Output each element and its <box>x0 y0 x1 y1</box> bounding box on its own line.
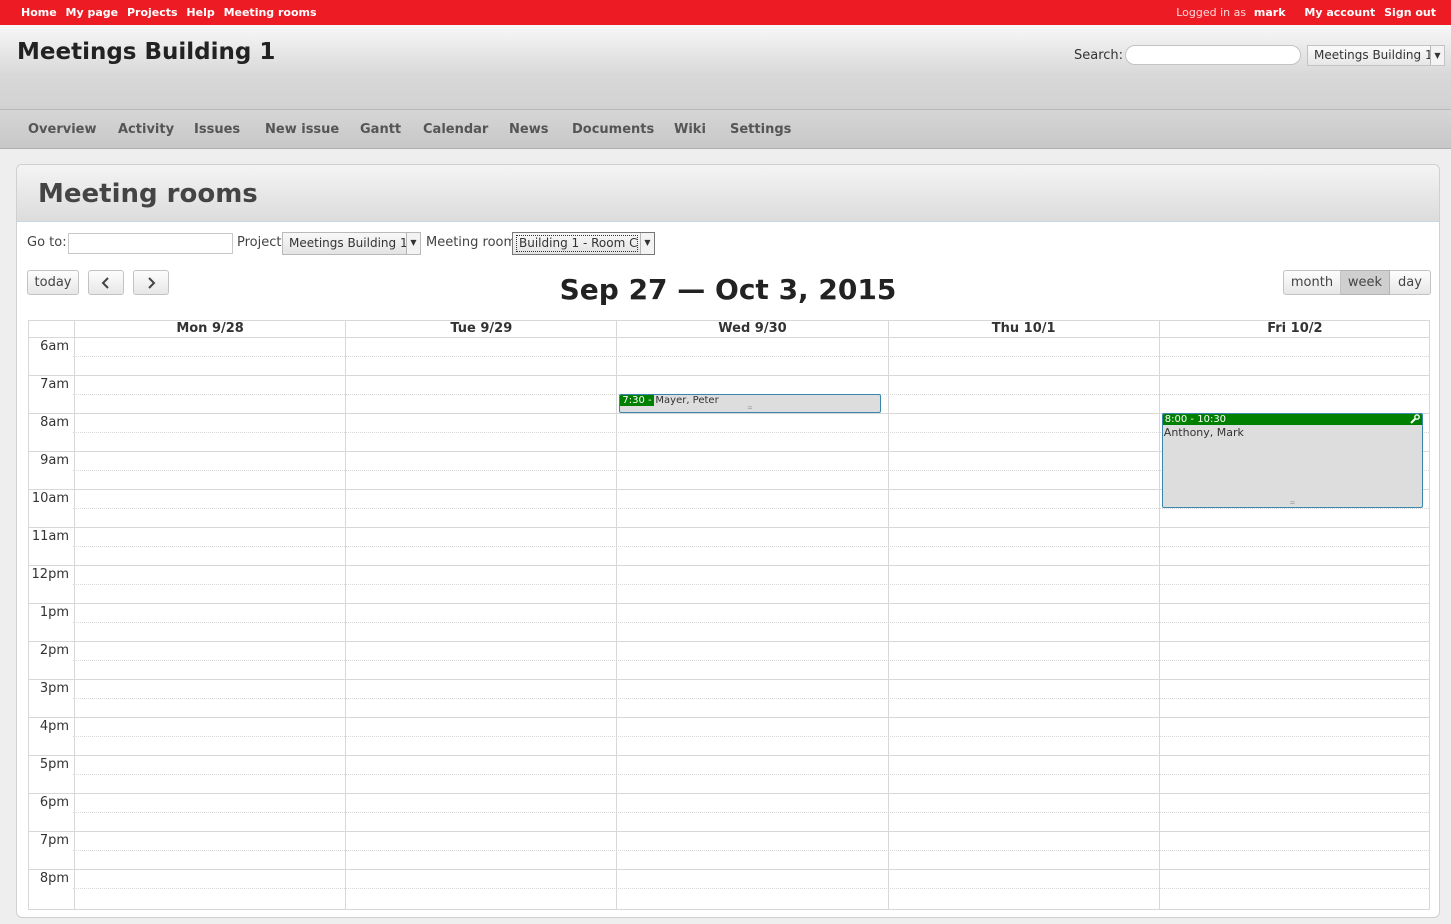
page-title: Meeting rooms <box>38 179 258 209</box>
hour-row[interactable]: 11am <box>29 527 1429 565</box>
project-select[interactable]: Meetings Building 1 ▼ <box>282 232 421 255</box>
tab-calendar[interactable]: Calendar <box>423 122 488 137</box>
project-title: Meetings Building 1 <box>17 39 276 65</box>
search-input[interactable] <box>1125 45 1301 65</box>
half-hour-line <box>73 736 1429 737</box>
week-view-button[interactable]: week <box>1341 270 1390 295</box>
day-header: Thu 10/1 <box>887 321 1159 337</box>
focus-ring <box>516 235 638 252</box>
resize-grip-icon[interactable]: = <box>1163 500 1422 507</box>
calendar-event[interactable]: 7:30 - Mayer, Peter = <box>619 394 881 413</box>
hour-label: 7am <box>40 377 69 392</box>
project-label: Project <box>237 235 282 250</box>
tab-wiki[interactable]: Wiki <box>674 122 706 137</box>
half-hour-line <box>73 508 1429 509</box>
hour-row[interactable]: 2pm <box>29 641 1429 679</box>
hour-label: 8pm <box>39 871 69 886</box>
hour-row[interactable]: 5pm <box>29 755 1429 793</box>
hour-row[interactable]: 12pm <box>29 565 1429 603</box>
week-calendar: Mon 9/28 Tue 9/29 Wed 9/30 Thu 10/1 Fri 10/2… <box>28 320 1430 910</box>
top-link-projects[interactable]: Projects <box>127 6 178 19</box>
goto-input[interactable] <box>68 233 233 254</box>
half-hour-line <box>73 356 1429 357</box>
header: Meetings Building 1 Search: Meetings Bui… <box>0 25 1451 110</box>
day-header: Wed 9/30 <box>616 321 887 337</box>
hour-label: 6am <box>40 339 69 354</box>
tab-overview[interactable]: Overview <box>28 122 97 137</box>
day-header: Tue 9/29 <box>345 321 616 337</box>
hour-label: 5pm <box>39 757 69 772</box>
wrench-icon[interactable] <box>1410 414 1420 427</box>
hour-label: 1pm <box>39 605 69 620</box>
day-view-button[interactable]: day <box>1390 270 1431 295</box>
project-jump-value: Meetings Building 1 <box>1314 48 1433 62</box>
hour-label: 7pm <box>39 833 69 848</box>
hour-row[interactable]: 6pm <box>29 793 1429 831</box>
half-hour-line <box>73 546 1429 547</box>
tab-news[interactable]: News <box>509 122 548 137</box>
top-link-my-page[interactable]: My page <box>66 6 119 19</box>
hour-row[interactable]: 7pm <box>29 831 1429 869</box>
month-view-button[interactable]: month <box>1283 270 1341 295</box>
meeting-room-label: Meeting room <box>426 235 517 250</box>
half-hour-line <box>73 774 1429 775</box>
hour-row[interactable]: 3pm <box>29 679 1429 717</box>
tab-settings[interactable]: Settings <box>730 122 791 137</box>
day-header: Fri 10/2 <box>1158 321 1429 337</box>
tab-issues[interactable]: Issues <box>194 122 240 137</box>
day-header: Mon 9/28 <box>74 321 345 337</box>
project-select-value: Meetings Building 1 <box>289 236 408 250</box>
hour-row[interactable]: 4pm <box>29 717 1429 755</box>
hour-label: 11am <box>31 529 69 544</box>
content-panel: Meeting rooms Go to: Project Meetings Bu… <box>16 164 1440 918</box>
hour-label: 12pm <box>31 567 69 582</box>
hour-label: 8am <box>40 415 69 430</box>
half-hour-line <box>73 812 1429 813</box>
tab-activity[interactable]: Activity <box>118 122 174 137</box>
hour-label: 10am <box>31 491 69 506</box>
top-link-home[interactable]: Home <box>21 6 57 19</box>
username-link[interactable]: mark <box>1254 6 1286 19</box>
tab-documents[interactable]: Documents <box>572 122 654 137</box>
top-link-meeting-rooms[interactable]: Meeting rooms <box>224 6 317 19</box>
half-hour-line <box>73 698 1429 699</box>
calendar-event[interactable]: 8:00 - 10:30 Anthony, Mark = <box>1161 413 1423 508</box>
hour-row[interactable]: 1pm <box>29 603 1429 641</box>
tab-new-issue[interactable]: New issue <box>265 122 339 137</box>
half-hour-line <box>73 660 1429 661</box>
hour-label: 4pm <box>39 719 69 734</box>
hour-label: 9am <box>40 453 69 468</box>
calendar-range-title: Sep 27 — Oct 3, 2015 <box>559 273 897 306</box>
hour-label: 6pm <box>39 795 69 810</box>
half-hour-line <box>73 584 1429 585</box>
top-menu: Home My page Projects Help Meeting rooms… <box>0 0 1451 25</box>
hour-row[interactable]: 6am <box>29 337 1429 375</box>
dropdown-arrow-icon: ▼ <box>640 233 654 254</box>
half-hour-line <box>73 888 1429 889</box>
dropdown-arrow-icon: ▼ <box>1430 46 1444 65</box>
half-hour-line <box>73 850 1429 851</box>
goto-label: Go to: <box>27 235 67 250</box>
my-account-link[interactable]: My account <box>1304 6 1375 19</box>
sign-out-link[interactable]: Sign out <box>1384 6 1436 19</box>
project-jump-select[interactable]: Meetings Building 1 ▼ <box>1307 45 1445 66</box>
resize-grip-icon[interactable]: = <box>620 405 879 412</box>
hour-label: 3pm <box>39 681 69 696</box>
tab-gantt[interactable]: Gantt <box>360 122 401 137</box>
dropdown-arrow-icon: ▼ <box>406 233 420 254</box>
top-link-help[interactable]: Help <box>186 6 214 19</box>
event-title: Anthony, Mark <box>1163 426 1244 439</box>
main-menu: Overview Activity Issues New issue Gantt… <box>0 110 1451 149</box>
event-time: 8:00 - 10:30 <box>1162 414 1422 425</box>
meeting-room-select[interactable]: Building 1 - Room C ▼ <box>512 232 655 255</box>
page-header: Meeting rooms <box>17 165 1439 222</box>
hour-label: 2pm <box>39 643 69 658</box>
search-label: Search: <box>1074 48 1124 63</box>
logged-in-label: Logged in as <box>1176 6 1247 19</box>
half-hour-line <box>73 622 1429 623</box>
hour-row[interactable]: 8pm <box>29 869 1429 907</box>
